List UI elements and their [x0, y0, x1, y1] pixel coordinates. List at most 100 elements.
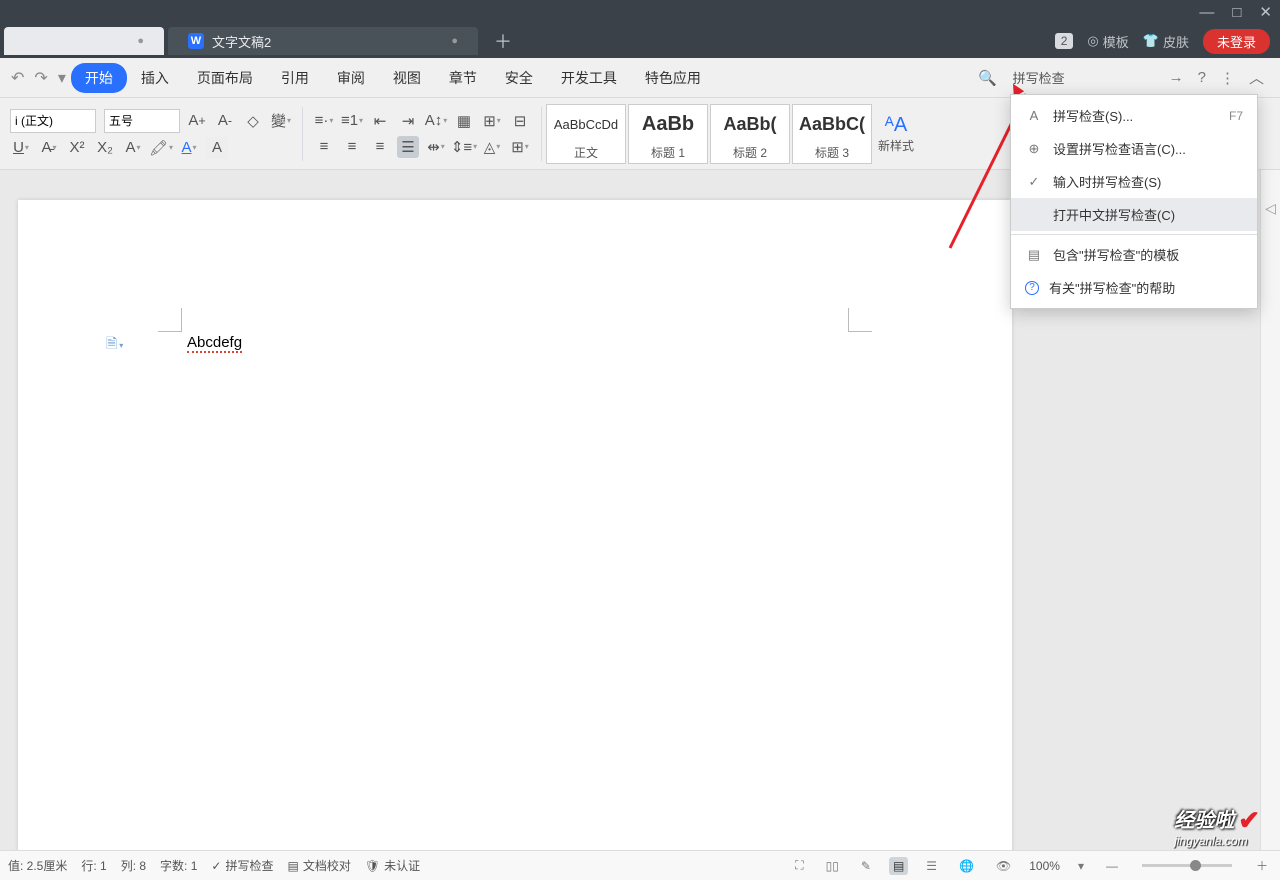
doc-tag-icon[interactable]: 🗎▾: [106, 333, 123, 357]
tab-title: 文字文稿2: [212, 32, 271, 51]
align-center-icon[interactable]: ≡: [341, 136, 363, 158]
align-left-icon[interactable]: ≡: [313, 136, 335, 158]
text-effects-icon[interactable]: A▾: [122, 137, 144, 159]
help-icon: ?: [1025, 281, 1039, 295]
clear-format-icon[interactable]: ◇: [242, 110, 264, 132]
menu-security[interactable]: 安全: [491, 63, 547, 93]
template-button[interactable]: ◎模板: [1087, 32, 1128, 51]
close-button[interactable]: ✕: [1259, 3, 1272, 21]
dd-spellcheck[interactable]: A 拼写检查(S)... F7: [1011, 99, 1257, 132]
dd-spell-help[interactable]: ? 有关"拼写检查"的帮助: [1011, 271, 1257, 304]
zoom-slider[interactable]: [1142, 864, 1232, 867]
print-layout-icon[interactable]: ▤: [889, 857, 908, 875]
status-pos[interactable]: 值: 2.5厘米: [8, 857, 67, 874]
menu-layout[interactable]: 页面布局: [183, 63, 267, 93]
login-button[interactable]: 未登录: [1203, 29, 1270, 54]
menu-devtools[interactable]: 开发工具: [547, 63, 631, 93]
zoom-in-icon[interactable]: ＋: [1252, 855, 1272, 876]
char-border-icon[interactable]: ⊞▾: [481, 110, 503, 132]
menu-start[interactable]: 开始: [71, 63, 127, 93]
char-shading-icon[interactable]: A: [206, 137, 228, 159]
dd-spell-typing[interactable]: ✓ 输入时拼写检查(S): [1011, 165, 1257, 198]
redo-button[interactable]: ↷: [29, 68, 52, 88]
menu-apps[interactable]: 特色应用: [631, 63, 715, 93]
ruby-icon[interactable]: ▦: [453, 110, 475, 132]
shrink-font-icon[interactable]: A-: [214, 110, 236, 132]
status-col[interactable]: 列: 8: [121, 857, 146, 874]
undo-button[interactable]: ↶: [6, 68, 29, 88]
shield-icon: 🛡: [365, 859, 380, 873]
strikethrough-icon[interactable]: A̵▾: [38, 137, 60, 159]
status-proof[interactable]: ▤文档校对: [287, 857, 350, 874]
collapse-ribbon-icon[interactable]: ︿: [1245, 65, 1268, 90]
notif-badge[interactable]: 2: [1055, 33, 1074, 49]
indent-icon[interactable]: ⇥: [397, 110, 419, 132]
panel-expand-icon[interactable]: ◁: [1265, 200, 1276, 217]
font-size-select[interactable]: [104, 109, 180, 133]
menu-section[interactable]: 章节: [435, 63, 491, 93]
globe-icon: ⊕: [1025, 141, 1043, 157]
skin-button[interactable]: 👕皮肤: [1143, 32, 1189, 51]
help-icon[interactable]: ?: [1194, 67, 1210, 88]
maximize-button[interactable]: □: [1232, 4, 1241, 21]
edit-icon[interactable]: ✎: [857, 857, 875, 875]
style-normal[interactable]: AaBbCcDd 正文: [546, 104, 626, 164]
read-icon[interactable]: ▯▯: [822, 857, 843, 875]
subscript-icon[interactable]: X₂: [94, 137, 116, 159]
tab-close-icon[interactable]: ●: [451, 35, 458, 47]
align-right-icon[interactable]: ≡: [369, 136, 391, 158]
justify-icon[interactable]: ☰: [397, 136, 419, 158]
grow-font-icon[interactable]: A+: [186, 110, 208, 132]
web-icon[interactable]: 🌐: [955, 857, 978, 875]
zoom-out-icon[interactable]: —: [1102, 857, 1122, 875]
tab-document[interactable]: W 文字文稿2 ●: [168, 27, 478, 55]
outline-icon[interactable]: ☰: [922, 857, 941, 875]
search-input[interactable]: [1005, 66, 1155, 89]
minimize-button[interactable]: —: [1199, 4, 1214, 21]
menu-insert[interactable]: 插入: [127, 63, 183, 93]
status-words[interactable]: 字数: 1: [160, 857, 197, 874]
phonetic-icon[interactable]: 變▾: [270, 110, 292, 132]
more-icon[interactable]: ⋮: [1216, 67, 1239, 89]
dd-spell-lang[interactable]: ⊕ 设置拼写检查语言(C)...: [1011, 132, 1257, 165]
underline-icon[interactable]: U▾: [10, 137, 32, 159]
add-tab-button[interactable]: ＋: [494, 28, 512, 54]
dd-spell-chinese[interactable]: 打开中文拼写检查(C): [1011, 198, 1257, 231]
tab-dirty-icon: ●: [137, 35, 144, 47]
nav-dropdown[interactable]: ▾: [53, 68, 71, 88]
line-spacing-icon[interactable]: ⇕≡▾: [453, 136, 475, 158]
status-cert[interactable]: 🛡未认证: [365, 857, 420, 874]
menu-reference[interactable]: 引用: [267, 63, 323, 93]
style-heading3[interactable]: AaBbC( 标题 3: [792, 104, 872, 164]
bullets-icon[interactable]: ≡·▾: [313, 110, 335, 132]
go-arrow-icon[interactable]: →: [1165, 67, 1188, 88]
status-bar: 值: 2.5厘米 行: 1 列: 8 字数: 1 ✓拼写检查 ▤文档校对 🛡未认…: [0, 850, 1280, 880]
superscript-icon[interactable]: X²: [66, 137, 88, 159]
tab-home[interactable]: ●: [4, 27, 164, 55]
style-heading1[interactable]: AaBb 标题 1: [628, 104, 708, 164]
borders-icon[interactable]: ⊞▾: [509, 136, 531, 158]
shading-icon[interactable]: ◬▾: [481, 136, 503, 158]
dd-spell-templates[interactable]: ▤ 包含"拼写检查"的模板: [1011, 238, 1257, 271]
document-text[interactable]: Abcdefg: [187, 334, 242, 352]
status-spell[interactable]: ✓拼写检查: [211, 857, 273, 874]
status-row[interactable]: 行: 1: [81, 857, 106, 874]
numbering-icon[interactable]: ≡1▾: [341, 110, 363, 132]
page[interactable]: 🗎▾ Abcdefg: [18, 200, 1012, 850]
fullscreen-icon[interactable]: ⛶: [791, 856, 807, 875]
eye-icon[interactable]: 👁: [992, 857, 1015, 875]
fit-text-icon[interactable]: ⊟: [509, 110, 531, 132]
style-heading2[interactable]: AaBb( 标题 2: [710, 104, 790, 164]
menu-view[interactable]: 视图: [379, 63, 435, 93]
highlight-icon[interactable]: 🖍▾: [150, 137, 172, 159]
menu-review[interactable]: 审阅: [323, 63, 379, 93]
doc-icon: W: [188, 33, 204, 49]
distribute-icon[interactable]: ⇹▾: [425, 136, 447, 158]
font-color-icon[interactable]: A▾: [178, 137, 200, 159]
zoom-value[interactable]: 100%: [1029, 859, 1060, 873]
text-direction-icon[interactable]: A↕▾: [425, 110, 447, 132]
outdent-icon[interactable]: ⇤: [369, 110, 391, 132]
font-name-select[interactable]: [10, 109, 96, 133]
zoom-down-icon[interactable]: ▾: [1074, 857, 1088, 875]
new-style-button[interactable]: ᴬA 新样式: [872, 114, 920, 154]
